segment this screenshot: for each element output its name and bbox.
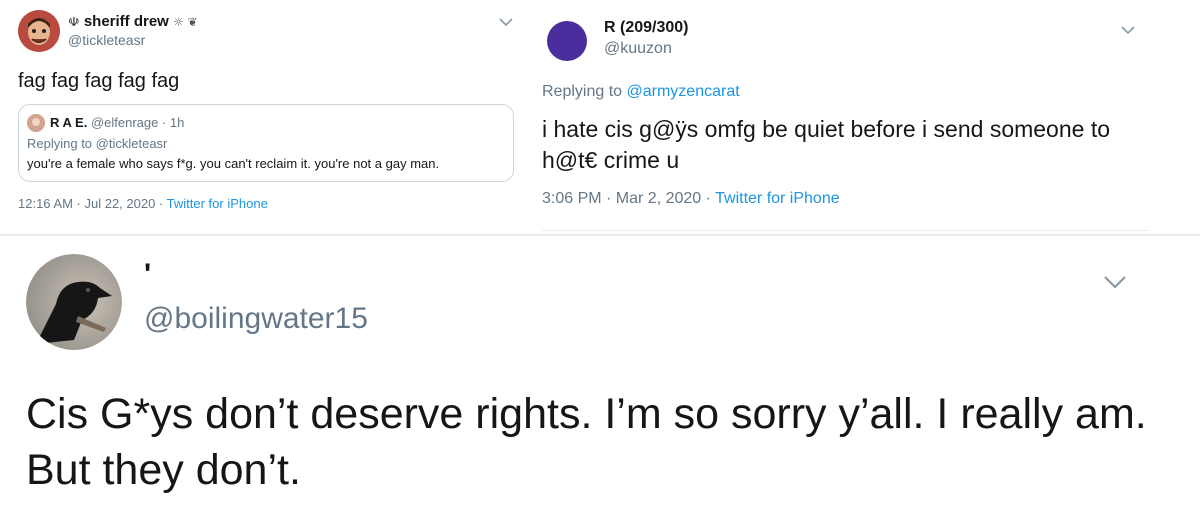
replying-to-handle[interactable]: @armyzencarat: [627, 83, 740, 100]
tweet-card-3: ' @boilingwater15 Cis G*ys don’t deserve…: [0, 234, 1200, 524]
name-prefix-emoji: ☫: [68, 15, 80, 30]
name-suffix-emoji: ☼ ❦: [173, 15, 198, 29]
tweet-text: i hate cis g@ÿs omfg be quiet before i s…: [542, 116, 1111, 173]
replying-to: Replying to @armyzencarat: [542, 83, 740, 101]
avatar[interactable]: [542, 16, 592, 66]
avatar[interactable]: [18, 10, 60, 52]
source-link[interactable]: Twitter for iPhone: [167, 196, 268, 211]
avatar-circle-icon: [542, 16, 592, 66]
display-name[interactable]: ': [144, 260, 151, 290]
tweet-card-1: ☫ sheriff drew ☼ ❦ @tickleteasr fag fag …: [0, 0, 529, 232]
timestamp[interactable]: 12:16 AM · Jul 22, 2020 ·: [18, 196, 163, 211]
quote-header: R A E. @elfenrage · 1h: [50, 115, 184, 130]
quote-name: R A E.: [50, 115, 88, 130]
timestamp[interactable]: 3:06 PM · Mar 2, 2020 ·: [542, 190, 711, 207]
quote-avatar: [27, 114, 45, 132]
crow-avatar-icon: [26, 254, 122, 350]
tweet-card-2: R (209/300) @kuuzon Replying to @armyzen…: [528, 0, 1148, 232]
replying-to-label: Replying to: [27, 136, 93, 151]
tweet-text: fag fag fag fag fag: [18, 70, 180, 92]
quoted-tweet[interactable]: R A E. @elfenrage · 1h Replying to @tick…: [18, 104, 514, 182]
divider: [542, 230, 1148, 231]
display-name[interactable]: ☫ sheriff drew ☼ ❦: [68, 13, 198, 30]
tweet-meta: 12:16 AM · Jul 22, 2020 · Twitter for iP…: [18, 196, 268, 211]
quote-text: you're a female who says f*g. you can't …: [27, 156, 440, 171]
handle[interactable]: @boilingwater15: [144, 302, 368, 336]
quote-handle: @elfenrage: [90, 115, 159, 130]
avatar[interactable]: [26, 254, 122, 350]
chevron-down-icon[interactable]: [1120, 22, 1136, 40]
source-link[interactable]: Twitter for iPhone: [715, 190, 840, 207]
name-text: sheriff drew: [83, 13, 169, 30]
handle[interactable]: @tickleteasr: [68, 32, 145, 48]
avatar-face-icon: [18, 10, 60, 52]
quote-replying-to: Replying to @tickleteasr: [27, 136, 167, 151]
replying-to-label: Replying to: [542, 83, 623, 100]
tweet-meta: 3:06 PM · Mar 2, 2020 · Twitter for iPho…: [542, 190, 840, 208]
chevron-down-icon[interactable]: [498, 14, 514, 32]
chevron-down-icon[interactable]: [1102, 274, 1128, 295]
display-name[interactable]: R (209/300): [604, 19, 689, 37]
handle[interactable]: @kuuzon: [604, 40, 672, 58]
tweet-text: Cis G*ys don’t deserve rights. I’m so so…: [26, 390, 1147, 494]
quote-time: · 1h: [161, 115, 185, 130]
replying-to-handle[interactable]: @tickleteasr: [96, 136, 168, 151]
